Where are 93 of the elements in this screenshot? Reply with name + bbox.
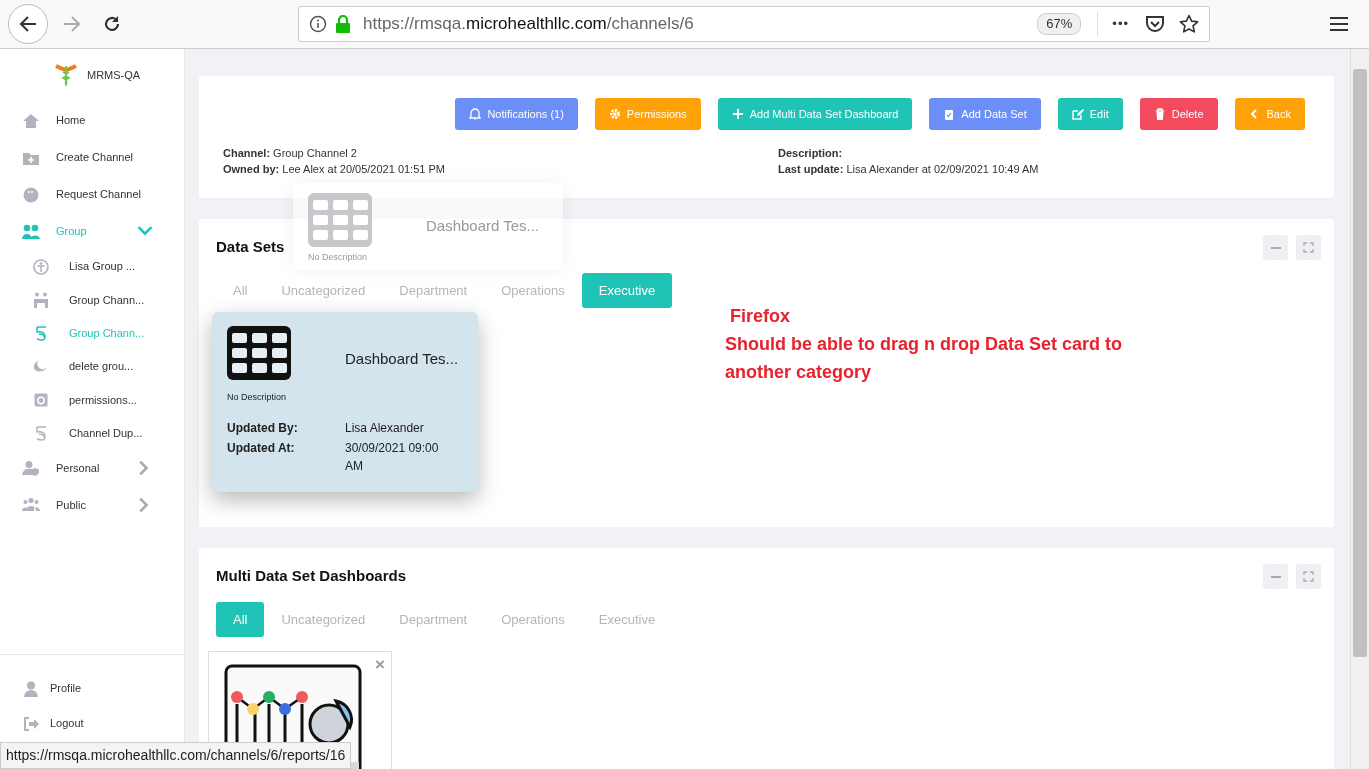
trash-icon <box>1153 107 1166 121</box>
card-title: Dashboard Tes... <box>426 216 540 236</box>
annotation-title: Firefox <box>730 305 791 328</box>
pocket-icon <box>1145 14 1165 34</box>
numeral-icon <box>33 325 49 342</box>
user-shield-icon <box>22 460 40 477</box>
category-tab[interactable]: Uncategorized <box>264 602 383 637</box>
field-value: Lisa Alexander <box>345 419 425 437</box>
section-title: Data Sets <box>216 237 285 257</box>
category-tab[interactable]: Department <box>382 602 485 637</box>
logout-icon <box>22 715 40 732</box>
expand-icon <box>1303 571 1314 582</box>
permissions-button[interactable]: Permissions <box>594 98 701 130</box>
field-label: Updated At: <box>227 439 296 457</box>
bell-icon <box>469 107 482 121</box>
sidebar-subitem[interactable]: permissions... <box>0 383 184 417</box>
clipboard-check-icon <box>943 107 956 121</box>
back-arrow-icon <box>18 14 38 34</box>
scrollbar[interactable] <box>1350 49 1369 769</box>
sidebar-item[interactable]: Home <box>0 102 184 139</box>
plus-icon <box>731 107 744 121</box>
numeral-icon <box>33 425 49 442</box>
card-title: Dashboard Tes... <box>345 349 459 369</box>
field-label: Updated By: <box>227 419 299 437</box>
expand-button[interactable] <box>1296 235 1321 260</box>
section-title: Multi Data Set Dashboards <box>216 566 407 586</box>
category-tab[interactable]: Executive <box>581 602 673 637</box>
people-icon <box>22 497 40 514</box>
status-url-tooltip: https://rmsqa.microhealthllc.com/channels/6/reports/16 <box>0 742 352 769</box>
category-tab[interactable]: All <box>216 273 265 308</box>
category-tab[interactable]: All <box>216 602 265 637</box>
group-icon <box>33 291 49 308</box>
info-line: Description: <box>778 146 844 161</box>
back-button[interactable] <box>8 4 48 44</box>
expand-button[interactable] <box>1296 564 1321 589</box>
sidebar-item[interactable]: Create Channel <box>0 139 184 176</box>
sidebar-item[interactable]: Profile <box>0 671 184 706</box>
gear-icon <box>608 107 621 121</box>
sidebar-subitem[interactable]: delete grou... <box>0 349 184 384</box>
lock-icon <box>335 14 351 34</box>
category-tab[interactable]: Department <box>382 273 485 308</box>
house-icon <box>22 112 40 129</box>
brand-name: MRMS-QA <box>87 67 141 83</box>
edit-icon <box>1071 107 1084 121</box>
zoom-level-button[interactable]: 67% <box>1037 13 1082 35</box>
table-grid-icon <box>227 326 291 380</box>
user-icon <box>22 680 40 697</box>
accessibility-icon <box>33 258 49 275</box>
card-description: No Description <box>308 251 369 264</box>
info-line: Channel: Group Channel 2 <box>223 146 358 161</box>
reload-icon <box>102 14 122 34</box>
address-bar[interactable]: https://rmsqa.microhealthllc.com/channels/6 67% ••• <box>298 6 1210 42</box>
sidebar-item[interactable]: Logout <box>0 706 184 741</box>
delete-button[interactable]: Delete <box>1139 98 1218 130</box>
category-tab[interactable]: Uncategorized <box>264 273 383 308</box>
field-value: 30/09/2021 09:00 AM <box>345 439 440 475</box>
sidebar-item[interactable]: Group <box>0 213 184 250</box>
sidebar-item[interactable]: Personal <box>0 449 184 487</box>
add-dashboard-button[interactable]: Add Multi Data Set Dashboard <box>717 98 913 130</box>
sidebar-subitem[interactable]: Group Chann... <box>0 316 184 350</box>
sidebar-item[interactable]: Public <box>0 486 184 524</box>
sidebar-subitem[interactable]: Channel Dup... <box>0 416 184 450</box>
back-button[interactable]: Back <box>1234 98 1305 130</box>
card-description: No Description <box>227 391 288 404</box>
ball-icon <box>22 186 40 203</box>
category-tab[interactable]: Operations <box>484 602 582 637</box>
info-icon <box>309 15 327 33</box>
minimize-button[interactable] <box>1263 564 1288 589</box>
forward-arrow-icon <box>62 14 82 34</box>
annotation-text: Should be able to drag n drop Data Set card to another category <box>725 333 1124 384</box>
more-actions-button[interactable]: ••• <box>1112 14 1129 34</box>
sidebar-subitem[interactable]: Lisa Group ... <box>0 250 184 284</box>
url-text: https://rmsqa.microhealthllc.com/channels/6 <box>363 13 694 36</box>
info-line: Last update: Lisa Alexander at 02/09/2021 10:49 AM <box>778 162 1039 177</box>
sidebar-item[interactable]: Request Channel <box>0 176 184 213</box>
category-tab[interactable]: Operations <box>484 273 582 308</box>
edit-button[interactable]: Edit <box>1057 98 1123 130</box>
camera-icon <box>33 391 49 408</box>
menu-icon[interactable] <box>1330 15 1348 33</box>
minimize-button[interactable] <box>1263 235 1288 260</box>
caduceus-logo-icon <box>53 62 79 88</box>
add-data-set-button[interactable]: Add Data Set <box>929 98 1041 130</box>
data-set-card[interactable]: Dashboard Tes... No Description Updated By: Updated At: Lisa Alexander 30/09/2021 09:00 AM <box>212 312 478 492</box>
sidebar-subitem[interactable]: Group Chann... <box>0 283 184 317</box>
drag-preview-card[interactable]: Dashboard Tes... No Description <box>293 183 563 270</box>
swoosh-icon <box>33 358 49 375</box>
users-icon <box>22 223 40 240</box>
expand-icon <box>1303 242 1314 253</box>
notifications-button[interactable]: Notifications (1) <box>455 98 578 130</box>
category-tab[interactable]: Executive <box>581 273 673 308</box>
info-line: Owned by: Lee Alex at 20/05/2021 01:51 PM <box>223 162 446 177</box>
bookmark-star-icon[interactable] <box>1179 14 1199 34</box>
close-button[interactable]: × <box>375 652 385 678</box>
